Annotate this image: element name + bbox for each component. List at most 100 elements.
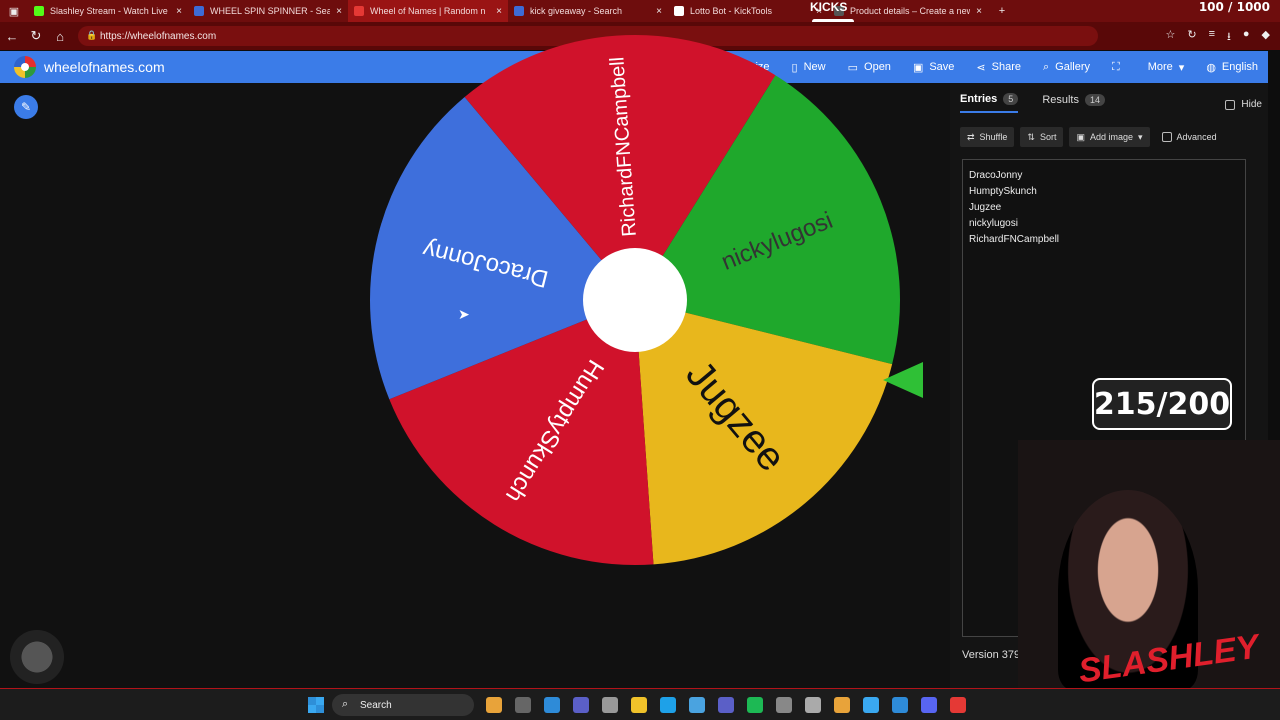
menu-item-gallery[interactable]: ⌕ Gallery bbox=[1043, 61, 1090, 74]
menu-item-label: Share bbox=[991, 61, 1021, 73]
site-logo-icon[interactable] bbox=[14, 56, 36, 78]
entries-count-badge: 5 bbox=[1003, 93, 1019, 105]
sort-label: Sort bbox=[1039, 132, 1057, 142]
tab-results[interactable]: Results 14 bbox=[1042, 93, 1106, 113]
taskbar-app-icon[interactable] bbox=[805, 697, 821, 713]
chevron-down-icon: ▾ bbox=[1138, 131, 1143, 142]
name-wheel[interactable]: nickylugosiJugzeeHumptySkunchDracoJonnyR… bbox=[365, 30, 905, 570]
close-icon[interactable]: × bbox=[656, 6, 662, 17]
taskbar-app-icon[interactable] bbox=[631, 697, 647, 713]
taskbar-app-icon[interactable] bbox=[950, 697, 966, 713]
tab-favicon-icon bbox=[194, 6, 204, 16]
shuffle-label: Shuffle bbox=[979, 132, 1008, 142]
menu-item-label: English bbox=[1221, 61, 1258, 73]
menu-item-save[interactable]: ▣ Save bbox=[913, 61, 954, 74]
tab-entries-label: Entries bbox=[960, 93, 998, 105]
advanced-checkbox[interactable]: Advanced bbox=[1161, 132, 1217, 142]
search-icon: ⌕ bbox=[342, 698, 349, 710]
menu-item-english[interactable]: ◍ English bbox=[1206, 61, 1258, 74]
taskbar-app-icon[interactable] bbox=[515, 697, 531, 713]
tab-favicon-icon bbox=[514, 6, 524, 16]
start-icon[interactable] bbox=[308, 697, 324, 713]
entry-line: HumptySkunch bbox=[969, 186, 1037, 197]
browser-tab-bar: ▣ Slashley Stream - Watch Live × WHEEL SPI… bbox=[0, 0, 1280, 22]
taskbar-app-icon[interactable] bbox=[747, 697, 763, 713]
star-icon[interactable]: ☆ bbox=[1166, 28, 1176, 47]
taskbar-app-icon[interactable] bbox=[834, 697, 850, 713]
collections-icon[interactable]: ≡ bbox=[1209, 28, 1215, 47]
taskbar-app-icon[interactable] bbox=[544, 697, 560, 713]
taskbar-app-icon[interactable] bbox=[660, 697, 676, 713]
browser-tab[interactable]: kick giveaway - Search × bbox=[508, 0, 668, 22]
search-icon: ⌕ bbox=[1043, 60, 1050, 73]
window-menu-icon[interactable]: ▣ bbox=[0, 0, 28, 22]
home-icon[interactable]: ⌂ bbox=[48, 24, 72, 48]
copilot-icon[interactable]: ◆ bbox=[1262, 28, 1270, 47]
version-label: Version 379 bbox=[962, 649, 1021, 661]
menu-item-label: Gallery bbox=[1055, 61, 1091, 73]
taskbar-app-icon[interactable] bbox=[776, 697, 792, 713]
taskbar-app-icon[interactable] bbox=[486, 697, 502, 713]
download-icon[interactable]: ⭳ bbox=[1227, 28, 1231, 47]
shuffle-button[interactable]: ⇄ Shuffle bbox=[960, 127, 1015, 147]
entry-line: RichardFNCampbell bbox=[969, 234, 1060, 245]
tab-label: Lotto Bot - KickTools bbox=[690, 6, 773, 16]
close-icon[interactable]: × bbox=[496, 6, 502, 17]
lock-icon: 🔒 bbox=[86, 30, 98, 40]
sort-icon: ⇅ bbox=[1027, 131, 1035, 142]
taskbar-app-icon[interactable] bbox=[602, 697, 618, 713]
tab-label: WHEEL SPIN SPINNER - Search bbox=[210, 6, 331, 16]
sort-button[interactable]: ⇅ Sort bbox=[1020, 127, 1064, 147]
mouse-cursor-icon: ➤ bbox=[458, 306, 470, 322]
taskbar-app-icon[interactable] bbox=[689, 697, 705, 713]
image-icon: ▣ bbox=[1076, 131, 1085, 142]
browser-tab[interactable]: Lotto Bot - KickTools × bbox=[668, 0, 828, 22]
tab-favicon-icon bbox=[34, 6, 44, 16]
edit-icon[interactable]: ✎ bbox=[14, 95, 38, 119]
menu-item-more[interactable]: More ▾ bbox=[1148, 61, 1185, 74]
refresh-extension-icon[interactable]: ↻ bbox=[1187, 28, 1196, 47]
close-icon[interactable]: × bbox=[176, 6, 182, 17]
fullscreen-icon: ⛶ bbox=[1112, 60, 1120, 73]
url-text: https://wheelofnames.com bbox=[100, 30, 217, 42]
taskbar-search[interactable]: ⌕ Search bbox=[332, 694, 474, 716]
site-name[interactable]: wheelofnames.com bbox=[44, 59, 165, 75]
add-image-label: Add image bbox=[1089, 132, 1134, 142]
entry-line: nickylugosi bbox=[969, 218, 1018, 229]
webcam-overlay: SLASHLEY bbox=[1018, 440, 1280, 690]
tab-label: Wheel of Names | Random n bbox=[370, 6, 486, 16]
browser-tab[interactable]: Wheel of Names | Random n × bbox=[348, 0, 508, 22]
taskbar-app-icon[interactable] bbox=[718, 697, 734, 713]
save-icon: ▣ bbox=[912, 61, 924, 74]
new-tab-button[interactable]: + bbox=[988, 0, 1016, 22]
menu-item-fullscreen[interactable]: ⛶ bbox=[1112, 61, 1126, 74]
browser-tab[interactable]: Slashley Stream - Watch Live × bbox=[28, 0, 188, 22]
cat-avatar-icon bbox=[10, 630, 64, 684]
advanced-label: Advanced bbox=[1176, 132, 1217, 142]
browser-tab[interactable]: WHEEL SPIN SPINNER - Search × bbox=[188, 0, 348, 22]
tab-label: Slashley Stream - Watch Live bbox=[50, 6, 168, 16]
chevron-down-icon: ▾ bbox=[1178, 61, 1185, 74]
results-count-badge: 14 bbox=[1085, 94, 1106, 106]
tab-favicon-icon bbox=[674, 6, 684, 16]
taskbar-app-icon[interactable] bbox=[863, 697, 879, 713]
back-icon[interactable]: ← bbox=[0, 24, 24, 48]
refresh-icon[interactable]: ↻ bbox=[24, 24, 48, 48]
wheel-center-hub[interactable] bbox=[583, 248, 687, 352]
globe-icon: ◍ bbox=[1206, 61, 1216, 74]
kicks-label: KICKS bbox=[810, 0, 848, 14]
close-icon[interactable]: × bbox=[976, 6, 982, 17]
share-icon: ⋖ bbox=[976, 61, 986, 74]
close-icon[interactable]: × bbox=[336, 6, 342, 17]
entry-line: DracoJonny bbox=[969, 170, 1023, 181]
taskbar-app-icon[interactable] bbox=[892, 697, 908, 713]
add-image-button[interactable]: ▣ Add image ▾ bbox=[1069, 127, 1150, 147]
tab-entries[interactable]: Entries 5 bbox=[960, 93, 1019, 113]
profile-icon[interactable]: ● bbox=[1243, 28, 1250, 47]
taskbar-app-icon[interactable] bbox=[921, 697, 937, 713]
taskbar-search-label: Search bbox=[360, 699, 392, 711]
hide-checkbox[interactable]: Hide bbox=[1225, 99, 1262, 110]
menu-item-share[interactable]: ⋖ Share bbox=[976, 61, 1021, 74]
menu-item-label: More bbox=[1147, 61, 1173, 73]
taskbar-app-icon[interactable] bbox=[573, 697, 589, 713]
